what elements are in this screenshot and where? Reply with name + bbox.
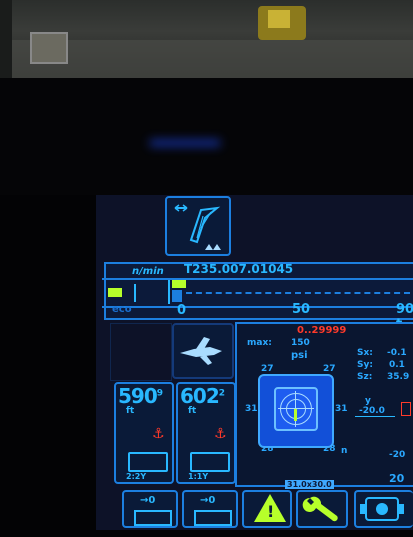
- load-pressure-panel: 0..29999 max: 150 psi 27 27 17 31 31 28 …: [235, 322, 413, 489]
- gauge-needle: [294, 409, 297, 421]
- warning-icon: [254, 494, 286, 522]
- pressure-top-left: 27: [261, 364, 274, 374]
- trolley-position-bar: n/min T235.007.01045 eco 0 50 90 t: [102, 262, 413, 332]
- tower-crane-icon: [174, 204, 221, 250]
- hook-2-panel[interactable]: 6022 ft ⚓ 1:1Y: [176, 382, 236, 484]
- background-photo-top: [0, 0, 413, 78]
- angle-marker: [401, 402, 411, 416]
- hook-1-panel[interactable]: 5909 ft ⚓ 2:2Y: [114, 382, 174, 484]
- pressure-right: 31: [335, 404, 348, 414]
- psi-unit: psi: [291, 350, 308, 361]
- sensor-z-label: Sz:: [357, 372, 373, 382]
- monitor-bezel: [0, 78, 413, 198]
- hook-2-ratio: 1:1Y: [188, 472, 209, 481]
- hook-1-unit: ft: [126, 406, 135, 416]
- hoist-line-icon: [128, 452, 168, 472]
- slew-indicator: [108, 288, 122, 297]
- hook-icon: ⚓: [152, 426, 165, 442]
- n-label: n: [341, 446, 348, 456]
- crane-display: n/min T235.007.01045 eco 0 50 90 t 0..29…: [96, 195, 413, 530]
- scale-left-label: eco: [112, 304, 132, 315]
- bottom-right-readout: 20: [389, 472, 405, 485]
- speed-unit-label: n/min: [132, 266, 164, 277]
- gauge-face: [274, 387, 318, 431]
- sensor-x-value: -0.1: [387, 348, 407, 358]
- max-value: 150: [291, 338, 310, 348]
- electrical-box: [30, 32, 68, 64]
- trolley-track: [102, 278, 413, 308]
- wrench-icon: [302, 496, 338, 522]
- pressure-range: 0..29999: [297, 325, 347, 336]
- camera-button[interactable]: [354, 490, 413, 528]
- hoist-icon: [194, 510, 232, 526]
- empty-panel: [110, 323, 172, 381]
- pressure-gauge: 31.0x30.0: [258, 374, 334, 489]
- hoist-icon: [134, 510, 172, 526]
- reset-hoist-2-button[interactable]: →0: [182, 490, 238, 528]
- hook-2-unit: ft: [188, 406, 197, 416]
- yellow-machine: [258, 6, 306, 40]
- camera-view-icon: [360, 497, 404, 521]
- hook-1-ratio: 2:2Y: [126, 472, 147, 481]
- scale-mid-label: 50: [292, 302, 311, 317]
- crane-part-number: T235.007.01045: [184, 262, 294, 276]
- boom-mode-button[interactable]: [165, 196, 231, 256]
- reset-hoist-1-button[interactable]: →0: [122, 490, 178, 528]
- pressure-top-right: 27: [323, 364, 336, 374]
- angle-label: y: [365, 396, 371, 406]
- right-readout: -20: [389, 450, 406, 460]
- warning-button[interactable]: [242, 490, 292, 528]
- bottom-toolbar: →0 →0: [110, 487, 413, 530]
- angle-line: [355, 416, 395, 417]
- reset-label: →0: [140, 495, 156, 506]
- pressure-left: 31: [245, 404, 258, 414]
- status-led: [150, 140, 220, 146]
- hoist-line-icon: [190, 452, 230, 472]
- angle-value: -20.0: [359, 406, 385, 416]
- sensor-y-value: 0.1: [389, 360, 405, 370]
- bezel-bottom: [96, 530, 413, 537]
- service-button[interactable]: [296, 490, 348, 528]
- plane-icon: [180, 337, 222, 365]
- trolley-position-indicator: [172, 280, 186, 288]
- sensor-z-value: 35.9: [387, 372, 410, 382]
- wind-mode-button[interactable]: [172, 323, 234, 379]
- track-line: [186, 292, 410, 294]
- reset-label: →0: [200, 495, 216, 506]
- track-zero-marker: [168, 280, 170, 304]
- bezel-left: [0, 195, 96, 537]
- hook-1-height: 5909: [118, 384, 163, 408]
- sensor-x-label: Sx:: [357, 348, 373, 358]
- sensor-y-label: Sy:: [357, 360, 373, 370]
- trolley-body: [172, 290, 182, 302]
- window-frame: [0, 0, 12, 78]
- hook-2-height: 6022: [180, 384, 225, 408]
- max-label: max:: [247, 338, 272, 348]
- track-marker: [134, 284, 136, 302]
- hook-icon: ⚓: [214, 426, 227, 442]
- scale-zero-label: 0: [177, 303, 187, 318]
